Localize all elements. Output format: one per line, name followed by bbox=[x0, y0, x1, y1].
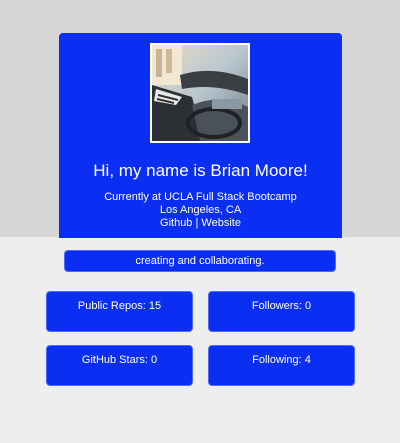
profile-photo-icon bbox=[152, 45, 248, 141]
following-card: Following: 4 bbox=[208, 345, 355, 386]
following-label: Following: 4 bbox=[252, 354, 311, 366]
github-link[interactable]: Github bbox=[160, 217, 192, 229]
profile-meta: Currently at UCLA Full Stack Bootcamp Lo… bbox=[59, 191, 342, 230]
github-stars-card: GitHub Stars: 0 bbox=[46, 345, 193, 386]
website-link[interactable]: Website bbox=[201, 217, 241, 229]
followers-label: Followers: 0 bbox=[251, 300, 312, 312]
profile-greeting: Hi, my name is Brian Moore! bbox=[93, 161, 308, 180]
tagline-bar: creating and collaborating. bbox=[64, 250, 336, 272]
followers-card: Followers: 0 bbox=[208, 291, 355, 332]
github-stars-label: GitHub Stars: 0 bbox=[81, 354, 158, 366]
profile-card: Hi, my name is Brian Moore! Currently at… bbox=[59, 33, 342, 238]
profile-links: Github | Website bbox=[59, 217, 342, 230]
public-repos-card: Public Repos: 15 bbox=[46, 291, 193, 332]
location: Los Angeles, CA bbox=[159, 204, 242, 216]
public-repos-label: Public Repos: 15 bbox=[77, 300, 162, 312]
link-separator: | bbox=[195, 217, 199, 229]
current-position: Currently at UCLA Full Stack Bootcamp bbox=[104, 191, 297, 203]
avatar bbox=[150, 43, 250, 143]
